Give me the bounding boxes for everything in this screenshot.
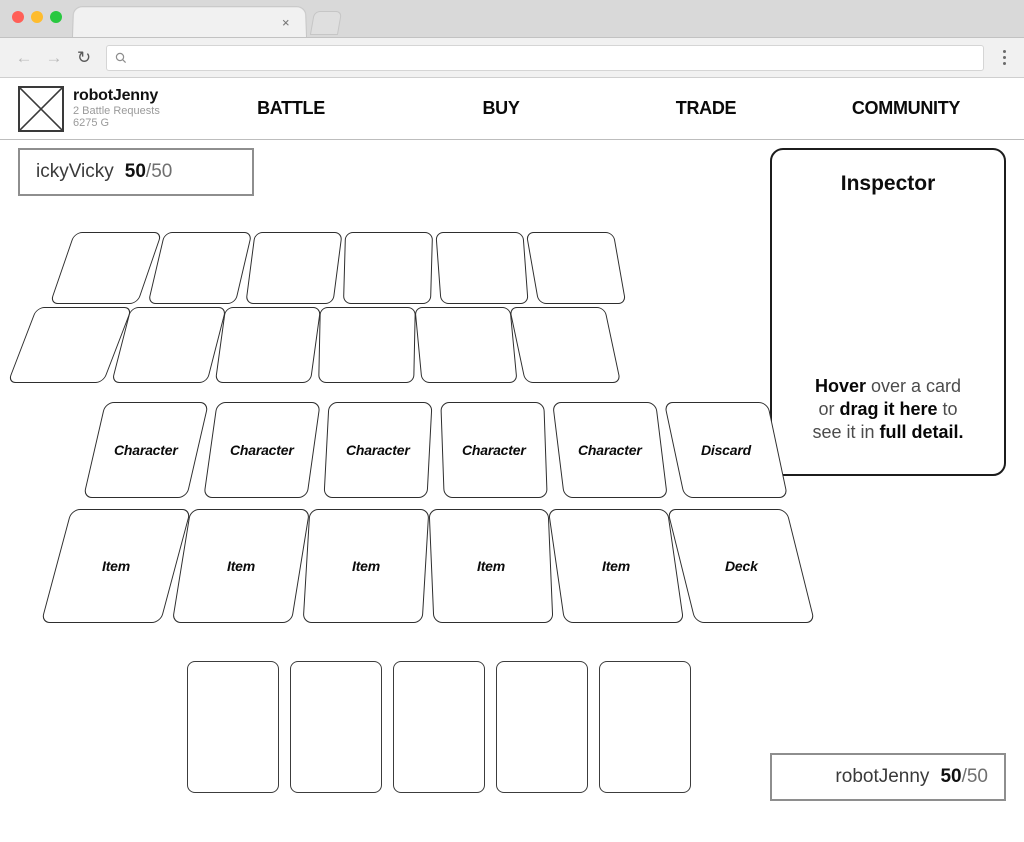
game-board: ickyVicky 50 / 50 robotJenny 50 / 50 Ins… xyxy=(0,140,1024,821)
inspector-hint-post2: to xyxy=(937,399,958,420)
opponent-hp-current: 50 xyxy=(124,161,146,182)
player-item-slot[interactable]: Item xyxy=(171,509,311,623)
search-icon xyxy=(115,52,127,63)
inspector-hint-hover: Hover xyxy=(814,376,866,397)
player-hp-max: 50 xyxy=(966,766,988,787)
card-slot-label: Item xyxy=(227,558,255,574)
placeholder-cross-icon xyxy=(20,87,62,130)
player-character-slot[interactable]: Discard xyxy=(663,402,789,498)
player-item-slot[interactable]: Deck xyxy=(666,509,816,623)
inspector-hint-drag: drag it here xyxy=(839,399,938,420)
window-controls xyxy=(12,11,62,23)
opponent-slot-back[interactable] xyxy=(435,232,529,304)
opponent-slot-front[interactable] xyxy=(508,307,622,383)
player-character-slot[interactable]: Character xyxy=(552,402,668,498)
new-tab-button[interactable] xyxy=(309,11,343,35)
browser-tabstrip: × xyxy=(0,0,1024,38)
back-icon[interactable]: ← xyxy=(10,44,38,72)
hand-card[interactable] xyxy=(599,661,691,793)
opponent-slot-back[interactable] xyxy=(49,232,163,304)
gold-amount: 6275 G xyxy=(73,117,110,130)
opponent-slot-front[interactable] xyxy=(318,307,416,383)
card-slot-label: Character xyxy=(462,442,526,458)
nav-item-trade[interactable]: TRADE xyxy=(606,98,806,119)
player-health-bar: robotJenny 50 / 50 xyxy=(770,753,1006,801)
close-icon[interactable]: × xyxy=(282,15,290,30)
user-name: robotJenny xyxy=(73,87,159,105)
player-name: robotJenny xyxy=(835,766,930,787)
browser-window: × ← → ↻ robotJenny 2 Battle Requests 627… xyxy=(0,0,1024,842)
player-character-slot[interactable]: Character xyxy=(323,402,433,498)
inspector-hint-detail: full detail. xyxy=(879,422,964,443)
card-slot-label: Item xyxy=(602,558,630,574)
opponent-slot-back[interactable] xyxy=(342,232,434,304)
nav-item-community[interactable]: COMMUNITY xyxy=(806,98,1006,119)
player-item-slot[interactable]: Item xyxy=(40,509,192,623)
card-slot-label: Discard xyxy=(701,442,751,458)
opponent-health-bar: ickyVicky 50 / 50 xyxy=(18,148,254,196)
main-navigation: BATTLE BUY TRADE COMMUNITY xyxy=(186,98,1006,119)
card-slot-label: Item xyxy=(477,558,505,574)
hand-card[interactable] xyxy=(393,661,485,793)
opponent-name: ickyVicky xyxy=(36,161,114,182)
inspector-hint-rest1: over a card xyxy=(865,376,962,397)
card-slot-label: Item xyxy=(102,558,130,574)
card-slot-label: Character xyxy=(114,442,178,458)
opponent-slot-front[interactable] xyxy=(111,307,227,383)
close-window-button[interactable] xyxy=(12,11,24,23)
browser-menu-icon[interactable] xyxy=(994,44,1014,72)
hand-card[interactable] xyxy=(496,661,588,793)
hand-card[interactable] xyxy=(187,661,279,793)
player-hp-current: 50 xyxy=(940,766,962,787)
card-slot-label: Deck xyxy=(724,558,758,574)
player-character-slot[interactable]: Character xyxy=(440,402,548,498)
user-info: robotJenny 2 Battle Requests 6275 G xyxy=(73,87,160,130)
opponent-hp-max: 50 xyxy=(151,161,173,182)
forward-icon[interactable]: → xyxy=(40,44,68,72)
opponent-slot-back[interactable] xyxy=(147,232,253,304)
player-character-slot[interactable]: Character xyxy=(203,402,321,498)
card-slot-label: Character xyxy=(578,442,642,458)
inspector-title: Inspector xyxy=(840,172,936,195)
player-character-slot[interactable]: Character xyxy=(82,402,210,498)
player-item-slot[interactable]: Item xyxy=(547,509,685,623)
minimize-window-button[interactable] xyxy=(31,11,43,23)
player-item-slot[interactable]: Item xyxy=(428,509,554,623)
maximize-window-button[interactable] xyxy=(50,11,62,23)
inspector-hint-pre3: see it in xyxy=(812,422,880,443)
avatar xyxy=(18,85,64,132)
user-brand[interactable]: robotJenny 2 Battle Requests 6275 G xyxy=(18,85,186,132)
nav-item-buy[interactable]: BUY xyxy=(396,98,606,119)
card-slot-label: Item xyxy=(352,558,380,574)
nav-item-battle[interactable]: BATTLE xyxy=(186,98,396,119)
opponent-slot-back[interactable] xyxy=(245,232,343,304)
browser-tab[interactable]: × xyxy=(72,6,307,37)
battle-requests-count: 2 Battle Requests xyxy=(73,105,160,118)
card-slot-label: Character xyxy=(346,442,410,458)
player-item-slot[interactable]: Item xyxy=(302,509,430,623)
page-viewport: robotJenny 2 Battle Requests 6275 G BATT… xyxy=(0,78,1024,842)
address-bar[interactable] xyxy=(106,44,984,71)
reload-icon[interactable]: ↻ xyxy=(70,44,98,72)
inspector-hint: Hover over a card or drag it here to see… xyxy=(812,375,963,456)
browser-toolbar: ← → ↻ xyxy=(0,38,1024,78)
opponent-slot-front[interactable] xyxy=(214,307,322,383)
card-slot-label: Character xyxy=(230,442,294,458)
opponent-slot-back[interactable] xyxy=(525,232,627,304)
hand-card[interactable] xyxy=(290,661,382,793)
site-header: robotJenny 2 Battle Requests 6275 G BATT… xyxy=(0,78,1024,140)
opponent-slot-front[interactable] xyxy=(414,307,518,383)
inspector-hint-pre2: or xyxy=(818,399,840,420)
inspector-panel[interactable]: Inspector Hover over a card or drag it h… xyxy=(770,148,1006,476)
